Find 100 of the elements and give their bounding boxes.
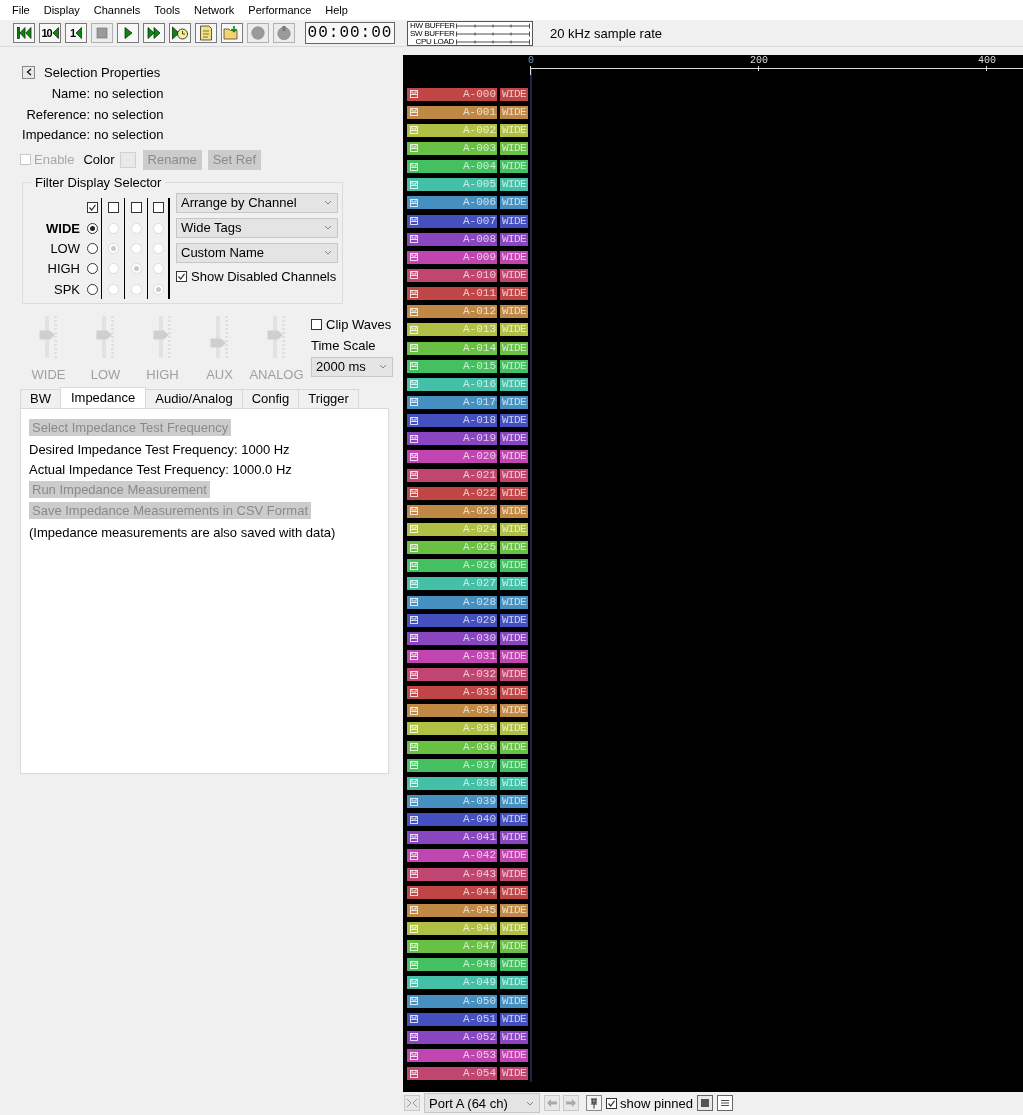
channel-label[interactable]: A-046 <box>407 922 497 936</box>
channel-label[interactable]: A-001 <box>407 105 497 119</box>
tab[interactable]: Trigger <box>298 388 359 408</box>
tab[interactable]: BW <box>20 388 61 408</box>
scroll-right-button[interactable] <box>563 1095 579 1111</box>
checkbox[interactable] <box>311 318 322 330</box>
channel-label[interactable]: A-012 <box>407 305 497 319</box>
channel-label[interactable]: A-041 <box>407 831 497 845</box>
checkbox[interactable] <box>86 202 98 214</box>
channel-label[interactable]: A-022 <box>407 486 497 500</box>
menu-item[interactable]: Help <box>318 4 355 16</box>
channel-label[interactable]: A-020 <box>407 450 497 464</box>
channel-label[interactable]: A-040 <box>407 813 497 827</box>
tab[interactable]: Config <box>241 388 300 408</box>
channel-label[interactable]: A-024 <box>407 522 497 536</box>
channel-label[interactable]: A-003 <box>407 142 497 155</box>
radio-button[interactable] <box>86 242 98 254</box>
channel-label[interactable]: A-032 <box>407 668 497 682</box>
slider-track[interactable] <box>266 315 285 358</box>
open-folder-button[interactable] <box>221 23 243 43</box>
channel-label[interactable]: A-005 <box>407 178 497 192</box>
channel-label[interactable]: A-052 <box>407 1030 497 1044</box>
checkbox[interactable] <box>176 270 187 282</box>
collapse-button[interactable] <box>22 65 35 79</box>
radio-button[interactable] <box>86 283 98 295</box>
channel-label[interactable]: A-025 <box>407 541 497 555</box>
notes-button[interactable] <box>195 23 217 43</box>
channel-label[interactable]: A-009 <box>407 250 497 264</box>
channel-label[interactable]: A-054 <box>407 1067 497 1081</box>
channel-label[interactable]: A-019 <box>407 432 497 446</box>
channel-label[interactable]: A-004 <box>407 160 497 174</box>
channel-label[interactable]: A-011 <box>407 287 497 301</box>
slider-track[interactable] <box>95 315 114 358</box>
channel-label[interactable]: A-018 <box>407 414 497 428</box>
menu-item[interactable]: File <box>5 4 37 16</box>
fast-forward-button[interactable] <box>143 23 165 43</box>
scroll-left-button[interactable] <box>544 1095 560 1111</box>
channel-label[interactable]: A-023 <box>407 504 497 518</box>
channel-label[interactable]: A-044 <box>407 885 497 899</box>
skip-start-button[interactable] <box>13 23 35 43</box>
channel-label[interactable]: A-030 <box>407 631 497 645</box>
show-pinned-checkbox[interactable]: show pinned <box>606 1095 693 1111</box>
timed-run-button[interactable] <box>169 23 191 43</box>
dropdown[interactable]: Arrange by Channel <box>176 192 338 213</box>
channel-label[interactable]: A-049 <box>407 976 497 990</box>
channel-label[interactable]: A-033 <box>407 686 497 700</box>
channel-label[interactable]: A-002 <box>407 123 497 137</box>
skip-back-button[interactable]: 10 <box>39 23 61 43</box>
channel-label[interactable]: A-037 <box>407 758 497 772</box>
slider-track[interactable] <box>209 315 228 358</box>
channel-label[interactable]: A-010 <box>407 268 497 282</box>
channel-label[interactable]: A-017 <box>407 395 497 409</box>
channel-label[interactable]: A-031 <box>407 649 497 663</box>
channel-label[interactable]: A-006 <box>407 196 497 210</box>
channel-label[interactable]: A-053 <box>407 1049 497 1062</box>
channel-label[interactable]: A-014 <box>407 341 497 355</box>
radio-button[interactable] <box>86 222 98 234</box>
channel-label[interactable]: A-016 <box>407 377 497 391</box>
compact-list-button[interactable] <box>717 1095 733 1111</box>
menu-item[interactable]: Performance <box>241 4 319 16</box>
menu-item[interactable]: Tools <box>147 4 187 16</box>
play-button[interactable] <box>117 23 139 43</box>
tab[interactable]: Impedance <box>59 386 147 408</box>
channel-label[interactable]: A-015 <box>407 359 497 373</box>
channel-label[interactable]: A-050 <box>407 994 497 1008</box>
channel-label[interactable]: A-047 <box>407 940 497 954</box>
dropdown[interactable]: Wide Tags <box>176 217 338 238</box>
channel-label[interactable]: A-045 <box>407 903 497 917</box>
menu-item[interactable]: Display <box>36 4 87 16</box>
port-dropdown[interactable]: Port A (64 ch) <box>424 1093 540 1113</box>
channel-label[interactable]: A-029 <box>407 613 497 627</box>
channel-label[interactable]: A-027 <box>407 577 497 591</box>
slider-track[interactable] <box>152 315 171 358</box>
menu-item[interactable]: Network <box>187 4 242 16</box>
pin-button[interactable] <box>586 1095 602 1111</box>
channel-label[interactable]: A-007 <box>407 214 497 228</box>
menu-item[interactable]: Channels <box>86 4 148 16</box>
checkbox[interactable] <box>606 1097 617 1109</box>
channel-label[interactable]: A-039 <box>407 795 497 809</box>
channel-label[interactable]: A-043 <box>407 867 497 881</box>
channel-label[interactable]: A-038 <box>407 776 497 790</box>
time-scale-dropdown[interactable]: 2000 ms <box>311 356 393 377</box>
skip-back-button[interactable]: 1 <box>65 23 87 43</box>
channel-label[interactable]: A-026 <box>407 559 497 573</box>
expand-list-button[interactable] <box>697 1095 713 1111</box>
channel-label[interactable]: A-042 <box>407 849 497 863</box>
channel-label[interactable]: A-051 <box>407 1012 497 1026</box>
channel-label[interactable]: A-008 <box>407 232 497 246</box>
channel-label[interactable]: A-000 <box>407 87 497 101</box>
radio-button[interactable] <box>86 263 98 275</box>
tab[interactable]: Audio/Analog <box>145 388 243 408</box>
dropdown[interactable]: Custom Name <box>176 242 338 263</box>
channel-label[interactable]: A-013 <box>407 323 497 337</box>
channel-label[interactable]: A-035 <box>407 722 497 736</box>
channel-label[interactable]: A-036 <box>407 740 497 754</box>
channel-label[interactable]: A-048 <box>407 958 497 972</box>
channel-label[interactable]: A-021 <box>407 468 497 482</box>
channel-label[interactable]: A-028 <box>407 595 497 609</box>
slider-track[interactable] <box>38 315 57 358</box>
clip-waves-checkbox[interactable]: Clip Waves <box>311 316 393 332</box>
